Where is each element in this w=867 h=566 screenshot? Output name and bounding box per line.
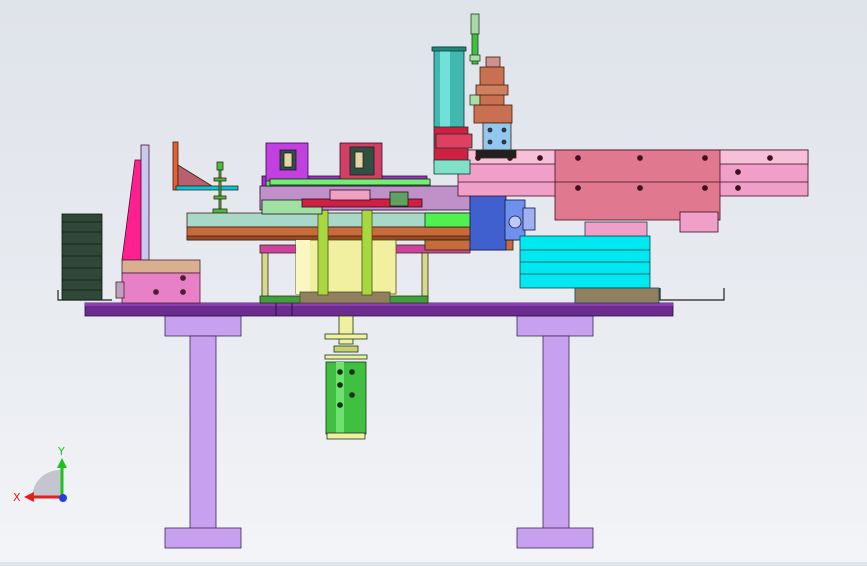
- top-valve-block: [473, 56, 517, 159]
- left-clamp: [265, 142, 309, 182]
- servo-motor: [519, 221, 660, 304]
- left-fan-unit: [61, 213, 103, 301]
- assembly-drawing: Y X: [13, 13, 809, 549]
- right-support-stand: [516, 315, 594, 549]
- coordinate-triad-icon: Y X: [13, 445, 67, 504]
- triad-y-label: Y: [57, 445, 65, 458]
- left-support-stand: [164, 315, 242, 549]
- lower-lift-cylinder: [324, 315, 368, 440]
- left-upright-post: [121, 144, 150, 261]
- cad-viewport[interactable]: Y X: [0, 0, 867, 562]
- right-bracket: [659, 288, 725, 301]
- left-feeder: [172, 141, 239, 214]
- vertical-air-cylinder: [431, 46, 473, 175]
- base-plate: [84, 302, 674, 317]
- triad-x-label: X: [13, 491, 21, 504]
- left-base-block: [115, 259, 201, 304]
- right-clamp: [339, 142, 383, 182]
